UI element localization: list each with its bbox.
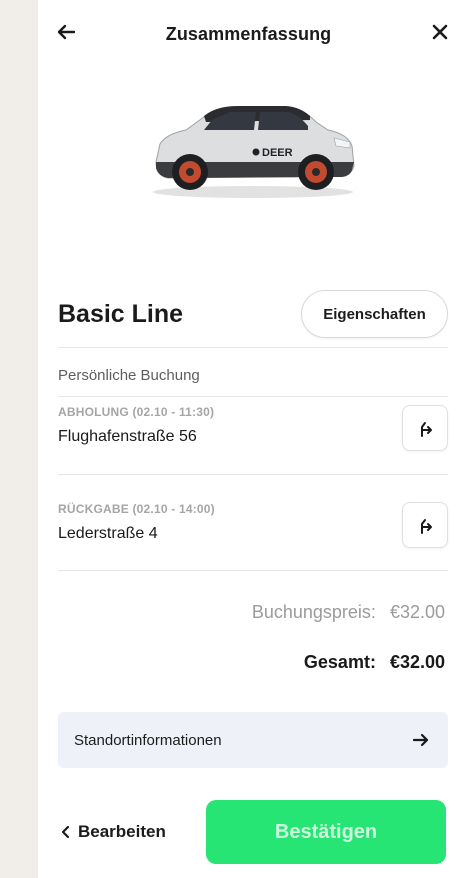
directions-icon xyxy=(421,519,432,534)
total-price-line: Gesamt: €32.00 xyxy=(304,652,445,673)
edit-button[interactable]: Bearbeiten xyxy=(60,822,166,842)
pickup-address: Flughafenstraße 56 xyxy=(58,428,197,445)
summary-screen: Zusammenfassung DEER Basic Line Eigensch… xyxy=(38,0,459,878)
confirm-button[interactable]: Bestätigen xyxy=(206,800,446,864)
return-label: RÜCKGABE (02.10 - 14:00) xyxy=(58,502,215,516)
arrow-right-icon xyxy=(412,733,429,747)
car-image: DEER xyxy=(138,100,368,210)
divider xyxy=(58,474,448,475)
booking-type: Persönliche Buchung xyxy=(58,367,200,384)
location-info-label: Standortinformationen xyxy=(74,732,222,749)
return-stop: RÜCKGABE (02.10 - 14:00) Lederstraße 4 xyxy=(58,502,448,562)
product-row: Basic Line Eigenschaften xyxy=(58,290,448,340)
close-button[interactable] xyxy=(426,18,454,46)
pickup-directions-button[interactable] xyxy=(402,405,448,451)
properties-button[interactable]: Eigenschaften xyxy=(301,290,448,338)
car-logo-text: DEER xyxy=(262,147,293,159)
booking-price-value: €32.00 xyxy=(389,602,445,622)
header: Zusammenfassung xyxy=(38,14,459,54)
booking-price-line: Buchungspreis: €32.00 xyxy=(252,602,445,623)
return-address: Lederstraße 4 xyxy=(58,525,158,542)
total-label: Gesamt: xyxy=(303,652,376,672)
product-name: Basic Line xyxy=(58,300,184,328)
edit-label: Bearbeiten xyxy=(78,822,166,841)
close-icon xyxy=(432,24,448,40)
location-info-button[interactable]: Standortinformationen xyxy=(58,712,448,768)
pickup-stop: ABHOLUNG (02.10 - 11:30) Flughafenstraße… xyxy=(58,405,448,465)
page-title: Zusammenfassung xyxy=(165,24,332,44)
divider xyxy=(58,347,448,348)
pickup-label: ABHOLUNG (02.10 - 11:30) xyxy=(58,405,215,419)
return-directions-button[interactable] xyxy=(402,502,448,548)
divider xyxy=(58,570,448,571)
total-value: €32.00 xyxy=(389,652,445,672)
directions-icon xyxy=(421,422,432,437)
chevron-left-icon xyxy=(61,825,70,839)
divider xyxy=(58,396,448,397)
booking-price-label: Buchungspreis: xyxy=(251,602,376,622)
